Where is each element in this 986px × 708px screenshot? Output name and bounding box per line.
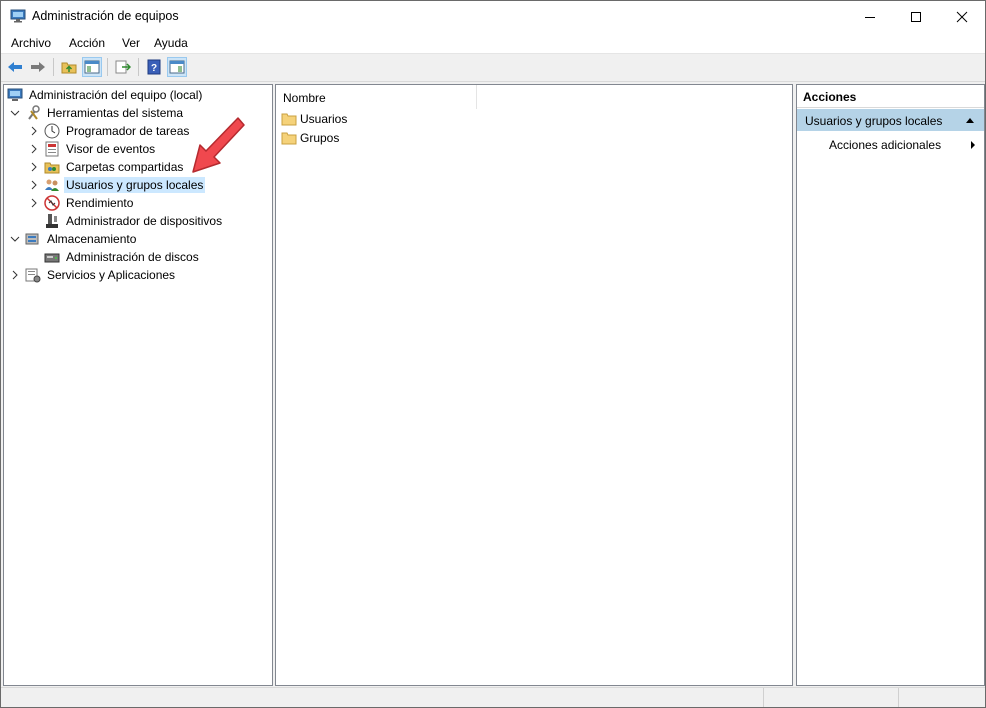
more-actions-item[interactable]: Acciones adicionales [797, 135, 984, 155]
close-button[interactable] [939, 1, 985, 32]
actions-pane: Acciones Usuarios y grupos locales Accio… [796, 84, 985, 686]
menu-archivo[interactable]: Archivo [11, 36, 51, 50]
more-actions-label: Acciones adicionales [829, 138, 942, 152]
chevron-right-icon[interactable] [28, 161, 40, 173]
menu-ayuda[interactable]: Ayuda [154, 36, 188, 50]
tree-item-dispositivos[interactable]: Administrador de dispositivos [44, 212, 224, 230]
help-icon[interactable]: ? [144, 57, 164, 77]
tree-item-label: Servicios y Aplicaciones [47, 268, 176, 282]
shared-folder-icon [44, 159, 60, 175]
chevron-right-icon[interactable] [9, 269, 21, 281]
chevron-right-icon[interactable] [28, 143, 40, 155]
actions-title: Acciones [797, 85, 984, 108]
tree-item-usuarios-grupos[interactable]: Usuarios y grupos locales [28, 176, 206, 194]
actions-group-header[interactable]: Usuarios y grupos locales [797, 109, 984, 131]
menu-accion[interactable]: Acción [69, 36, 105, 50]
toolbar-separator [107, 58, 108, 76]
users-icon [44, 177, 60, 193]
window-title: Administración de equipos [32, 9, 179, 23]
tree-item-programador[interactable]: Programador de tareas [28, 122, 191, 140]
column-header-label: Nombre [283, 91, 326, 105]
list-item-label: Grupos [300, 131, 340, 145]
annotation-arrow-icon [187, 112, 249, 178]
tree-root[interactable]: Administración del equipo (local) [7, 86, 204, 104]
tree-item-label: Administración de discos [66, 250, 199, 264]
chevron-down-icon[interactable] [9, 107, 21, 119]
list-item[interactable]: Grupos [281, 129, 339, 147]
maximize-button[interactable] [893, 1, 939, 32]
show-hide-action-pane-icon[interactable] [167, 57, 187, 77]
storage-icon [25, 231, 41, 247]
tree-item-carpetas[interactable]: Carpetas compartidas [28, 158, 185, 176]
tree-item-visor-eventos[interactable]: Visor de eventos [28, 140, 157, 158]
menu-bar: Archivo Acción Ver Ayuda [1, 32, 985, 54]
submenu-arrow-icon [971, 141, 975, 149]
svg-text:?: ? [151, 63, 157, 74]
tree-item-label: Visor de eventos [66, 142, 156, 156]
actions-group-label: Usuarios y grupos locales [805, 114, 943, 128]
actions-title-label: Acciones [803, 90, 857, 104]
console-tree[interactable]: Administración del equipo (local) Herram… [3, 84, 273, 686]
chevron-right-icon[interactable] [28, 197, 40, 209]
toolbar-separator [138, 58, 139, 76]
tools-icon [25, 105, 41, 121]
tree-item-label: Programador de tareas [66, 124, 190, 138]
list-item-label: Usuarios [300, 112, 348, 126]
computer-management-window: Administración de equipos Archivo Acción… [0, 0, 986, 708]
tree-item-label: Almacenamiento [47, 232, 137, 246]
tree-item-servicios[interactable]: Servicios y Aplicaciones [9, 266, 177, 284]
up-folder-icon[interactable] [59, 57, 79, 77]
computer-management-icon [10, 9, 26, 23]
disk-management-icon [44, 249, 60, 265]
computer-icon [7, 87, 23, 103]
tree-item-almacenamiento[interactable]: Almacenamiento [9, 230, 138, 248]
results-pane[interactable]: Nombre Usuarios Grupos [275, 84, 793, 686]
status-segment [898, 688, 985, 707]
toolbar-separator [53, 58, 54, 76]
minimize-button[interactable] [847, 1, 893, 32]
status-segment [763, 688, 899, 707]
tree-item-label: Carpetas compartidas [66, 160, 184, 174]
tree-root-label: Administración del equipo (local) [29, 88, 203, 102]
tree-item-label: Rendimiento [66, 196, 134, 210]
collapse-up-icon[interactable] [965, 116, 975, 124]
export-list-icon[interactable] [113, 57, 133, 77]
services-icon [25, 267, 41, 283]
tree-item-label: Administrador de dispositivos [66, 214, 223, 228]
tree-item-label: Usuarios y grupos locales [64, 177, 206, 193]
list-item[interactable]: Usuarios [281, 110, 347, 128]
tree-item-rendimiento[interactable]: Rendimiento [28, 194, 135, 212]
clock-icon [44, 123, 60, 139]
title-bar[interactable]: Administración de equipos [1, 1, 985, 32]
chevron-right-icon[interactable] [28, 179, 40, 191]
show-hide-tree-icon[interactable] [82, 57, 102, 77]
folder-icon [281, 132, 297, 145]
device-manager-icon [44, 213, 60, 229]
menu-ver[interactable]: Ver [122, 36, 140, 50]
event-viewer-icon [44, 141, 60, 157]
forward-icon[interactable] [28, 57, 48, 77]
tree-item-discos[interactable]: Administración de discos [44, 248, 201, 266]
tree-item-label: Herramientas del sistema [47, 106, 184, 120]
chevron-down-icon[interactable] [9, 233, 21, 245]
performance-icon [44, 195, 60, 211]
column-header-nombre[interactable]: Nombre [276, 85, 477, 109]
tree-item-herramientas[interactable]: Herramientas del sistema [9, 104, 185, 122]
status-bar [1, 687, 985, 707]
folder-icon [281, 113, 297, 126]
chevron-right-icon[interactable] [28, 125, 40, 137]
back-icon[interactable] [5, 57, 25, 77]
toolbar: ? [1, 54, 985, 82]
